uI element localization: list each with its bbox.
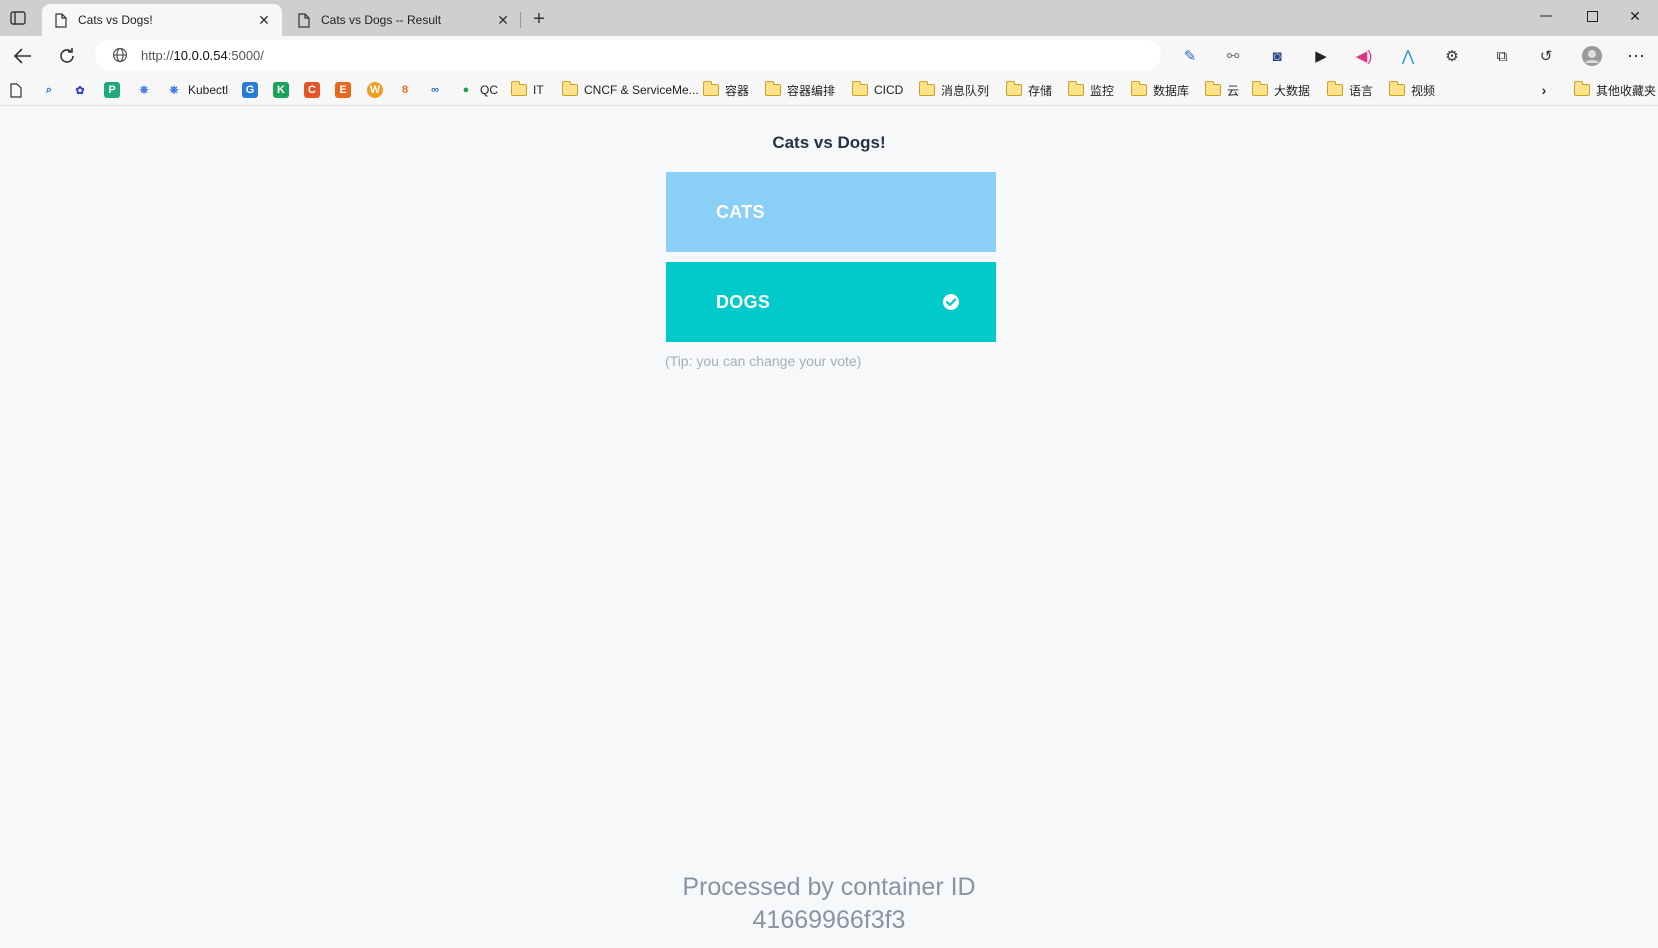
- bookmark-kubectl[interactable]: ⎈ Kubectl: [166, 80, 228, 100]
- kubernetes-icon: ⎈: [169, 83, 179, 96]
- folder-icon: [1388, 81, 1405, 96]
- url-text: http://10.0.0.54:5000/: [141, 47, 264, 63]
- folder-icon: [510, 81, 527, 96]
- folder-icon: [1067, 81, 1084, 96]
- folder-icon: [1573, 81, 1590, 96]
- new-tab-icon[interactable]: +: [528, 8, 550, 30]
- check-circle-icon: [943, 294, 959, 310]
- vote-dogs-label: DOGS: [716, 291, 771, 312]
- close-tab-icon[interactable]: ✕: [254, 10, 274, 30]
- page-title: Cats vs Dogs!: [772, 133, 886, 152]
- extensions-icon[interactable]: ⚙: [1440, 44, 1464, 68]
- folder-icon: [1326, 81, 1343, 96]
- bookmark-folder-video[interactable]: 视频: [1388, 80, 1435, 100]
- bookmarks-bar: ⌕ ✿ P ⎈ ⎈ Kubectl G K C E W 8 ∞ ● QC IT CN…: [0, 74, 1658, 106]
- globe-icon: [111, 46, 129, 64]
- vpn-extension-icon[interactable]: ⋀: [1396, 44, 1420, 68]
- bookmark-infinity-icon[interactable]: ∞: [427, 80, 443, 100]
- profile-avatar-icon[interactable]: [1580, 44, 1604, 68]
- reload-icon[interactable]: [54, 43, 80, 69]
- sound-extension-icon[interactable]: ◀): [1352, 44, 1376, 68]
- close-window-icon[interactable]: ✕: [1612, 0, 1658, 32]
- tab-actions-icon[interactable]: [8, 8, 28, 28]
- bookmark-folder-language[interactable]: 语言: [1326, 80, 1373, 100]
- bookmark-folder-cloud[interactable]: 云: [1204, 80, 1239, 100]
- maximize-icon[interactable]: [1569, 0, 1615, 32]
- tip-text: (Tip: you can change your vote): [665, 353, 862, 369]
- bookmark-helm-icon[interactable]: ⎈: [136, 80, 152, 100]
- bookmark-page-icon[interactable]: [10, 80, 22, 100]
- folder-icon: [764, 81, 781, 96]
- bookmark-folder-monitoring[interactable]: 监控: [1067, 80, 1114, 100]
- bookmark-folder-other[interactable]: 其他收藏夹: [1573, 80, 1656, 100]
- tab-strip: Cats vs Dogs! ✕ Cats vs Dogs -- Result ✕…: [0, 0, 1658, 36]
- bookmark-search-icon[interactable]: ⌕: [41, 80, 57, 100]
- tab-title: Cats vs Dogs!: [78, 13, 153, 27]
- address-bar[interactable]: http://10.0.0.54:5000/: [95, 40, 1161, 70]
- footer-label: Processed by container ID: [682, 873, 976, 901]
- bookmark-folder-cicd[interactable]: CICD: [851, 80, 903, 100]
- person-icon: ●: [462, 84, 470, 96]
- bookmark-folder-container[interactable]: 容器: [702, 80, 749, 100]
- bookmark-g-icon[interactable]: G: [242, 80, 258, 100]
- back-icon[interactable]: [10, 43, 36, 69]
- bookmark-qc[interactable]: ● QC: [458, 80, 498, 100]
- bookmark-b-icon[interactable]: 8: [397, 80, 413, 100]
- page-icon: [54, 12, 68, 28]
- bookmark-folder-it[interactable]: IT: [510, 80, 544, 100]
- bookmark-folder-storage[interactable]: 存储: [1005, 80, 1052, 100]
- tab-result[interactable]: Cats vs Dogs -- Result ✕: [285, 4, 521, 36]
- folder-icon: [561, 81, 578, 96]
- bookmark-folder-mq[interactable]: 消息队列: [918, 80, 989, 100]
- more-options-icon[interactable]: ⋯: [1624, 44, 1648, 68]
- folder-icon: [1005, 81, 1022, 96]
- bookmarks-overflow-icon[interactable]: ›: [1536, 80, 1552, 100]
- close-tab-icon[interactable]: ✕: [493, 10, 513, 30]
- vote-dogs-button[interactable]: DOGS: [666, 262, 996, 342]
- translate-extension-icon[interactable]: ◙: [1265, 44, 1289, 68]
- bookmark-ep-icon[interactable]: E: [335, 80, 351, 100]
- vote-cats-label: CATS: [716, 201, 765, 222]
- page-icon: [297, 12, 311, 28]
- folder-icon: [1130, 81, 1147, 96]
- play-extension-icon[interactable]: ▶: [1309, 44, 1333, 68]
- bookmark-k-icon[interactable]: K: [273, 80, 289, 100]
- bookmark-baidu-icon[interactable]: ✿: [72, 80, 88, 100]
- bike-extension-icon[interactable]: ⚯: [1221, 44, 1245, 68]
- bookmark-folder-database[interactable]: 数据库: [1130, 80, 1189, 100]
- bookmark-p-icon[interactable]: P: [104, 80, 120, 100]
- browser-toolbar: http://10.0.0.54:5000/ ✎ ⚯ ◙ ▶ ◀) ⋀ ⚙ ⧉ …: [0, 36, 1658, 74]
- folder-icon: [1204, 81, 1221, 96]
- minimize-icon[interactable]: [1523, 0, 1569, 32]
- pen-extension-icon[interactable]: ✎: [1178, 44, 1202, 68]
- container-id: 41669966f3f3: [752, 906, 906, 934]
- bookmark-w-icon[interactable]: W: [367, 80, 383, 100]
- container-id-footer: Processed by container ID 41669966f3f3: [0, 871, 1658, 937]
- tab-cats-vs-dogs[interactable]: Cats vs Dogs! ✕: [42, 4, 282, 36]
- history-icon[interactable]: ↺: [1534, 44, 1558, 68]
- folder-icon: [702, 81, 719, 96]
- folder-icon: [1251, 81, 1268, 96]
- bookmark-folder-cncf[interactable]: CNCF & ServiceMe...: [561, 80, 699, 100]
- folder-icon: [851, 81, 868, 96]
- bookmark-folder-bigdata[interactable]: 大数据: [1251, 80, 1310, 100]
- collections-icon[interactable]: ⧉: [1490, 44, 1514, 68]
- folder-icon: [918, 81, 935, 96]
- vote-cats-button[interactable]: CATS: [666, 172, 996, 252]
- bookmark-c-icon[interactable]: C: [304, 80, 320, 100]
- tab-title: Cats vs Dogs -- Result: [321, 13, 442, 27]
- bookmark-folder-orchestration[interactable]: 容器编排: [764, 80, 835, 100]
- tab-divider: [520, 12, 521, 28]
